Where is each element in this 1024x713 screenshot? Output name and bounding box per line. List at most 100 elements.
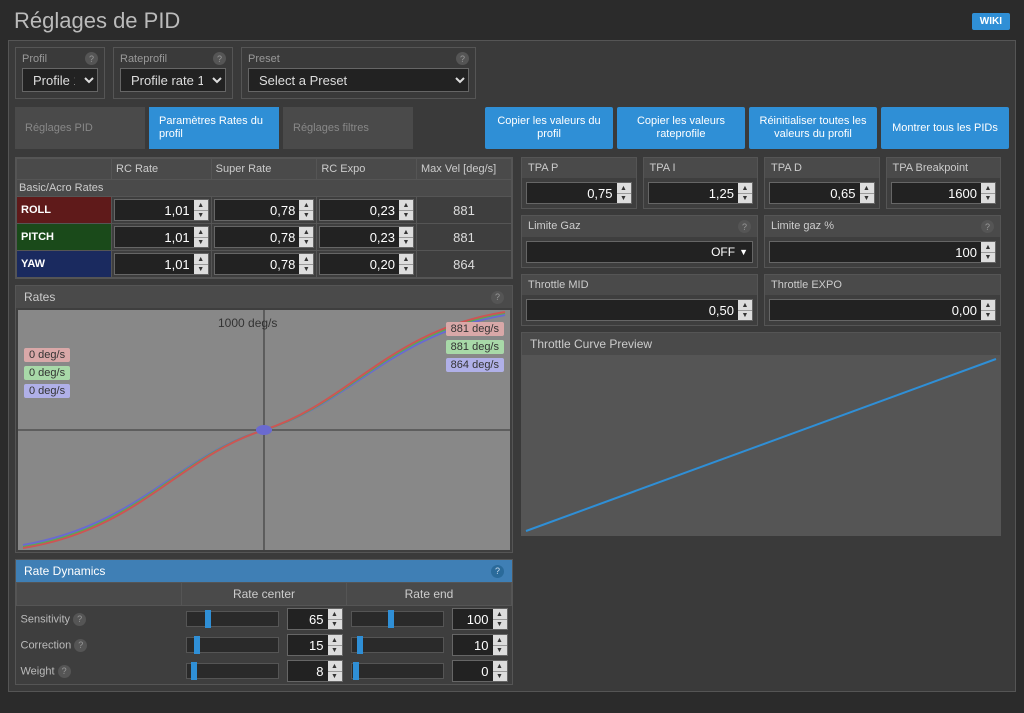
- yaw-expo-input[interactable]: [320, 254, 399, 274]
- help-icon[interactable]: ?: [85, 52, 98, 65]
- wiki-button[interactable]: WIKI: [972, 13, 1010, 30]
- step-up-icon[interactable]: ▲: [493, 609, 507, 620]
- step-up-icon[interactable]: ▲: [493, 661, 507, 672]
- step-down-icon[interactable]: ▼: [399, 211, 413, 221]
- help-icon[interactable]: ?: [491, 291, 504, 304]
- step-down-icon[interactable]: ▼: [328, 620, 342, 630]
- step-up-icon[interactable]: ▲: [399, 200, 413, 211]
- pitch-expo-input[interactable]: [320, 227, 399, 247]
- step-down-icon[interactable]: ▼: [860, 194, 874, 204]
- roll-rcrate-input[interactable]: [115, 200, 194, 220]
- step-down-icon[interactable]: ▼: [493, 672, 507, 682]
- sensitivity-end-input[interactable]: [453, 609, 493, 629]
- tab-pid[interactable]: Réglages PID: [15, 107, 145, 149]
- copy-profile-button[interactable]: Copier les valeurs du profil: [485, 107, 613, 149]
- pitch-superrate-input[interactable]: [215, 227, 300, 247]
- rates-chart-panel: Rates ? 1000 deg/s 0 deg/s 0 deg/s: [15, 285, 513, 553]
- roll-expo-input[interactable]: [320, 200, 399, 220]
- help-icon[interactable]: ?: [491, 565, 504, 578]
- step-up-icon[interactable]: ▲: [493, 635, 507, 646]
- roll-superrate-input[interactable]: [215, 200, 300, 220]
- step-down-icon[interactable]: ▼: [617, 194, 631, 204]
- correction-end-slider[interactable]: [351, 637, 444, 653]
- tab-filters[interactable]: Réglages filtres: [283, 107, 413, 149]
- step-up-icon[interactable]: ▲: [738, 183, 752, 194]
- step-down-icon[interactable]: ▼: [399, 265, 413, 275]
- help-icon[interactable]: ?: [981, 220, 994, 233]
- step-up-icon[interactable]: ▲: [328, 609, 342, 620]
- step-up-icon[interactable]: ▲: [399, 254, 413, 265]
- rateprofile-select[interactable]: Profile rate 1: [120, 68, 226, 92]
- step-up-icon[interactable]: ▲: [399, 227, 413, 238]
- reset-profile-button[interactable]: Réinitialiser toutes les valeurs du prof…: [749, 107, 877, 149]
- show-pids-button[interactable]: Montrer tous les PIDs: [881, 107, 1009, 149]
- step-down-icon[interactable]: ▼: [738, 194, 752, 204]
- help-icon[interactable]: ?: [456, 52, 469, 65]
- throttle-expo-input[interactable]: [770, 300, 981, 320]
- help-icon[interactable]: ?: [74, 639, 87, 652]
- step-up-icon[interactable]: ▲: [299, 200, 313, 211]
- help-icon[interactable]: ?: [213, 52, 226, 65]
- tpa-i-input[interactable]: [649, 183, 739, 203]
- table-row: YAW ▲▼ ▲▼ ▲▼ 864: [17, 251, 512, 278]
- step-up-icon[interactable]: ▲: [738, 300, 752, 311]
- throttle-mid-input[interactable]: [527, 300, 738, 320]
- step-down-icon[interactable]: ▼: [328, 646, 342, 656]
- correction-end-input[interactable]: [453, 635, 493, 655]
- step-down-icon[interactable]: ▼: [328, 672, 342, 682]
- step-up-icon[interactable]: ▲: [981, 300, 995, 311]
- step-up-icon[interactable]: ▲: [194, 227, 208, 238]
- step-up-icon[interactable]: ▲: [299, 254, 313, 265]
- sensitivity-center-input[interactable]: [288, 609, 328, 629]
- throttle-limit-pct-input[interactable]: [770, 242, 981, 262]
- step-down-icon[interactable]: ▼: [981, 253, 995, 263]
- step-down-icon[interactable]: ▼: [299, 265, 313, 275]
- correction-center-slider[interactable]: [186, 637, 279, 653]
- step-down-icon[interactable]: ▼: [981, 194, 995, 204]
- tab-rates[interactable]: Paramètres Rates du profil: [149, 107, 279, 149]
- help-icon[interactable]: ?: [738, 220, 751, 233]
- step-down-icon[interactable]: ▼: [194, 238, 208, 248]
- step-up-icon[interactable]: ▲: [194, 254, 208, 265]
- step-up-icon[interactable]: ▲: [617, 183, 631, 194]
- step-down-icon[interactable]: ▼: [299, 238, 313, 248]
- step-up-icon[interactable]: ▲: [981, 242, 995, 253]
- tpa-d-input[interactable]: [770, 183, 860, 203]
- step-up-icon[interactable]: ▲: [328, 635, 342, 646]
- step-down-icon[interactable]: ▼: [399, 238, 413, 248]
- step-up-icon[interactable]: ▲: [981, 183, 995, 194]
- yaw-superrate-input[interactable]: [215, 254, 300, 274]
- pitch-rcrate-input[interactable]: [115, 227, 194, 247]
- weight-center-slider[interactable]: [186, 663, 279, 679]
- preset-select[interactable]: Select a Preset: [248, 68, 469, 92]
- sensitivity-end-slider[interactable]: [351, 611, 444, 627]
- sensitivity-center-slider[interactable]: [186, 611, 279, 627]
- step-up-icon[interactable]: ▲: [860, 183, 874, 194]
- throttle-expo-label: Throttle EXPO: [771, 279, 842, 291]
- weight-center-input[interactable]: [288, 661, 328, 681]
- step-up-icon[interactable]: ▲: [194, 200, 208, 211]
- step-down-icon[interactable]: ▼: [194, 211, 208, 221]
- weight-end-slider[interactable]: [351, 663, 444, 679]
- tpa-breakpoint-input[interactable]: [892, 183, 982, 203]
- step-down-icon[interactable]: ▼: [493, 620, 507, 630]
- step-down-icon[interactable]: ▼: [493, 646, 507, 656]
- col-superrate: Super Rate: [211, 159, 317, 180]
- page-title: Réglages de PID: [14, 8, 180, 34]
- help-icon[interactable]: ?: [73, 613, 86, 626]
- profile-select[interactable]: Profile 1: [22, 68, 98, 92]
- step-down-icon[interactable]: ▼: [981, 311, 995, 321]
- chip-yaw-left: 0 deg/s: [24, 384, 70, 398]
- weight-end-input[interactable]: [453, 661, 493, 681]
- copy-rateprofile-button[interactable]: Copier les valeurs rateprofile: [617, 107, 745, 149]
- step-up-icon[interactable]: ▲: [328, 661, 342, 672]
- step-down-icon[interactable]: ▼: [299, 211, 313, 221]
- step-down-icon[interactable]: ▼: [194, 265, 208, 275]
- correction-center-input[interactable]: [288, 635, 328, 655]
- help-icon[interactable]: ?: [58, 665, 71, 678]
- step-down-icon[interactable]: ▼: [738, 311, 752, 321]
- throttle-limit-type-select[interactable]: OFF ▼: [526, 241, 753, 263]
- step-up-icon[interactable]: ▲: [299, 227, 313, 238]
- yaw-rcrate-input[interactable]: [115, 254, 194, 274]
- tpa-p-input[interactable]: [527, 183, 617, 203]
